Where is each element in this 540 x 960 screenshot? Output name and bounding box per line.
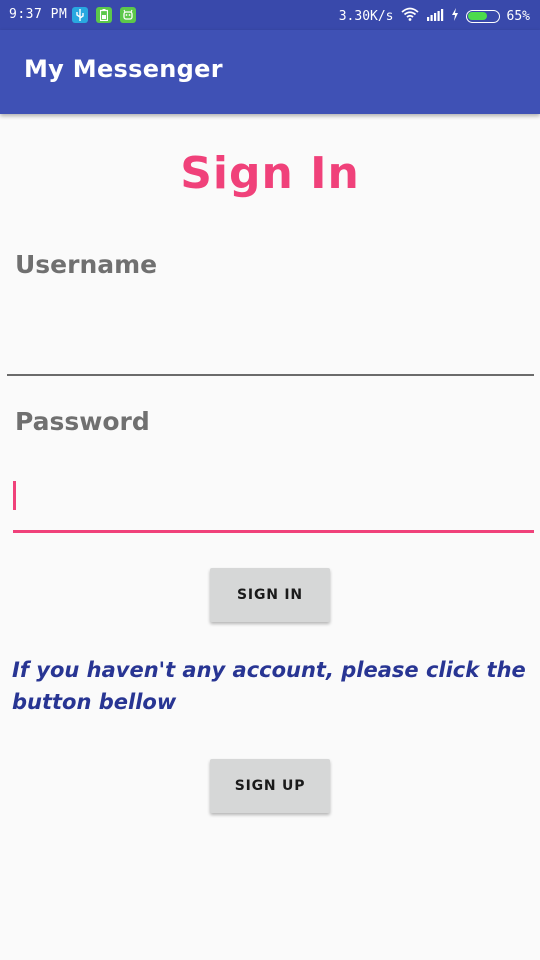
charging-icon — [451, 7, 459, 25]
text-cursor — [13, 481, 16, 510]
android-icon — [120, 7, 136, 23]
battery-percent: 65% — [506, 8, 530, 24]
app-title: My Messenger — [24, 55, 223, 83]
wifi-icon — [400, 7, 419, 25]
username-label: Username — [15, 250, 158, 279]
battery-icon — [465, 9, 500, 23]
status-time: 9:37 PM — [9, 7, 68, 22]
usb-icon — [72, 7, 88, 23]
username-underline — [7, 374, 534, 376]
battery-fill — [468, 12, 487, 20]
battery-saver-icon — [96, 7, 112, 23]
sign-in-button[interactable]: SIGN IN — [210, 568, 330, 622]
status-bar: 9:37 PM 3.30K/s 65% — [0, 0, 540, 30]
signal-icon — [426, 8, 444, 25]
password-label: Password — [15, 407, 150, 436]
app-bar: My Messenger — [0, 30, 540, 114]
password-underline — [13, 530, 534, 533]
page-title: Sign In — [180, 148, 360, 199]
status-right: 3.30K/s 65% — [339, 7, 530, 25]
sign-up-button[interactable]: SIGN UP — [210, 759, 330, 813]
password-input[interactable] — [20, 476, 532, 520]
network-speed: 3.30K/s — [338, 8, 394, 24]
username-input[interactable] — [8, 318, 532, 366]
notification-icons — [72, 7, 136, 23]
sign-up-hint: If you haven't any account, please click… — [12, 658, 526, 714]
